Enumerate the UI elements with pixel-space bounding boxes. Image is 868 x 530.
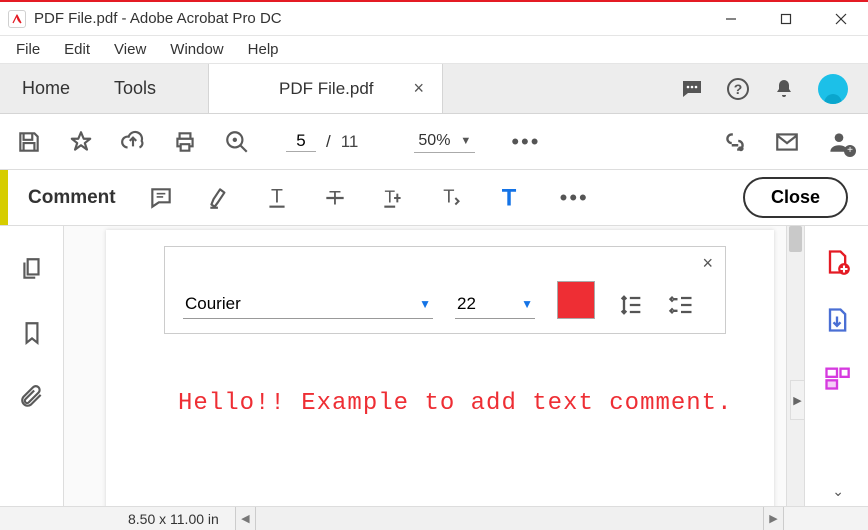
save-icon[interactable] [16,129,42,155]
help-icon[interactable]: ? [726,77,750,101]
paragraph-spacing-icon[interactable] [667,291,695,319]
cloud-upload-icon[interactable] [120,129,146,155]
insert-text-icon[interactable]: T [380,185,406,211]
text-format-bar: × Courier ▼ 22 ▼ [164,246,726,334]
document-area: × Courier ▼ 22 ▼ Hello!! Example to add … [64,226,804,506]
page-separator: / [326,132,331,152]
export-pdf-icon[interactable] [823,306,851,334]
sample-text[interactable]: Hello!! Example to add text comment. [178,390,732,417]
chevron-down-icon: ▼ [419,297,431,311]
font-size-value: 22 [457,294,476,314]
window-title: PDF File.pdf - Adobe Acrobat Pro DC [34,10,703,27]
highlight-icon[interactable] [206,185,232,211]
font-size-select[interactable]: 22 ▼ [455,290,535,319]
svg-text:?: ? [734,81,743,97]
strikethrough-text-icon[interactable]: T [322,185,348,211]
print-icon[interactable] [172,129,198,155]
bookmark-icon[interactable] [19,320,45,346]
menu-file[interactable]: File [6,37,50,62]
main-toolbar: / 11 50% ▼ ••• + [0,114,868,170]
sticky-note-icon[interactable] [148,185,174,211]
close-tab-icon[interactable]: × [414,78,425,99]
tab-tools[interactable]: Tools [92,64,178,113]
link-cloud-icon[interactable] [722,129,748,155]
horizontal-scrollbar[interactable]: ◀ ▶ [235,507,784,530]
comment-label: Comment [28,187,116,209]
replace-text-icon[interactable]: T [438,185,464,211]
svg-text:T: T [501,185,516,211]
close-window-button[interactable] [813,2,868,35]
chevron-down-icon: ▼ [460,135,471,147]
page-control: / 11 [286,131,358,152]
star-icon[interactable] [68,129,94,155]
zoom-value: 50% [418,132,450,150]
add-text-comment-icon[interactable]: T [496,185,522,211]
acrobat-logo-icon [8,10,26,28]
status-bar: 8.50 x 11.00 in ◀ ▶ [0,506,868,530]
chevron-down-icon: ▼ [521,297,533,311]
title-bar: PDF File.pdf - Adobe Acrobat Pro DC [0,2,868,36]
scroll-right-icon[interactable]: ▶ [763,507,783,530]
organize-pages-icon[interactable] [823,364,851,392]
tab-document-label: PDF File.pdf [279,79,373,99]
menu-view[interactable]: View [104,37,156,62]
zoom-select[interactable]: 50% ▼ [414,130,475,153]
more-options-icon[interactable]: ••• [511,129,540,155]
svg-text:T: T [271,185,283,207]
page-current-input[interactable] [286,131,316,152]
collapse-right-button[interactable]: ▶ [790,380,804,420]
zoom-icon[interactable] [224,129,250,155]
svg-text:T: T [384,186,395,206]
underline-text-icon[interactable]: T [264,185,290,211]
comment-toolbar: Comment T T T T T ••• Close [0,170,868,226]
bell-icon[interactable] [772,77,796,101]
thumbnails-icon[interactable] [19,256,45,282]
page-total: 11 [341,132,359,152]
left-sidebar [0,226,64,506]
tab-document[interactable]: PDF File.pdf × [208,64,443,113]
user-avatar[interactable] [818,74,848,104]
close-comment-button[interactable]: Close [743,177,848,218]
nav-tabs: Home Tools PDF File.pdf × ? [0,64,868,114]
sidebar-chevron-down-icon[interactable]: ⌄ [832,483,844,500]
create-pdf-icon[interactable] [823,248,851,276]
right-sidebar [804,226,868,506]
more-comment-tools-icon[interactable]: ••• [560,185,589,211]
tab-home[interactable]: Home [0,64,92,113]
menu-help[interactable]: Help [238,37,289,62]
email-icon[interactable] [774,129,800,155]
scroll-left-icon[interactable]: ◀ [236,507,256,530]
vertical-scrollbar[interactable] [786,226,804,506]
attachments-icon[interactable] [19,384,45,410]
font-select[interactable]: Courier ▼ [183,290,433,319]
page-canvas[interactable]: × Courier ▼ 22 ▼ Hello!! Example to add … [106,230,774,506]
menu-bar: File Edit View Window Help [0,36,868,64]
svg-text:T: T [443,185,454,206]
color-swatch[interactable] [557,281,595,319]
font-value: Courier [185,294,241,314]
maximize-button[interactable] [758,2,813,35]
minimize-button[interactable] [703,2,758,35]
page-dimensions: 8.50 x 11.00 in [0,511,235,527]
add-person-icon[interactable]: + [826,129,852,155]
line-spacing-icon[interactable] [617,291,645,319]
menu-edit[interactable]: Edit [54,37,100,62]
menu-window[interactable]: Window [160,37,233,62]
close-format-bar-icon[interactable]: × [702,253,713,274]
comments-icon[interactable] [680,77,704,101]
